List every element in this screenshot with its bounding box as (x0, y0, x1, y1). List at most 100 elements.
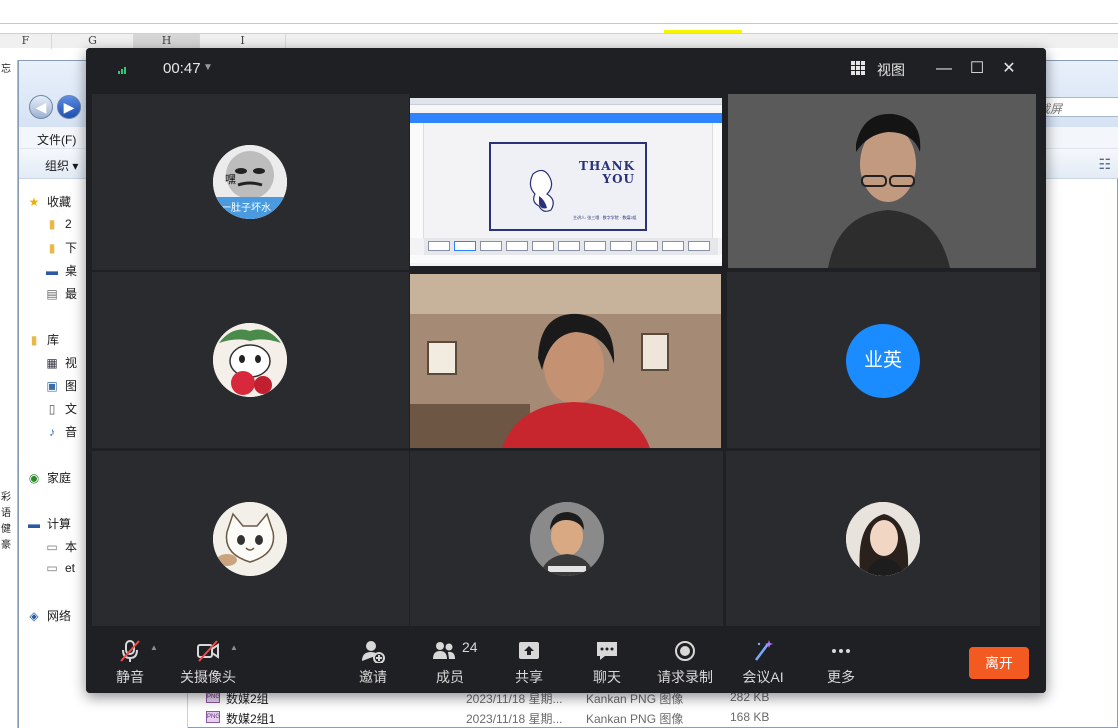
sidebar-item[interactable]: ▬ 桌 (45, 262, 77, 280)
sidebar-item[interactable]: ▣ 图 (45, 377, 77, 395)
chat-label: 聊天 (593, 669, 621, 685)
share-screen-icon (519, 642, 539, 659)
meeting-timer[interactable]: 00:47 (163, 60, 201, 77)
participant-tile[interactable]: 嘿 一肚子坏水 (92, 94, 409, 270)
participant-video-tile[interactable] (410, 274, 721, 448)
screen-share-tile[interactable]: THANK YOU 主讲人: 张三哦 · 数字学院 · 数媒2组 (410, 98, 722, 266)
organize-button[interactable]: 组织 ▾ (45, 157, 78, 174)
edge-text: 彩 (1, 492, 11, 503)
chat-icon (597, 642, 617, 660)
meeting-titlebar: 00:47 ▼ 视图 — ☐ ✕ (86, 48, 1046, 92)
back-arrow-icon[interactable]: ◀ (29, 95, 53, 119)
edge-text: 语 (1, 508, 11, 519)
request-recording-button[interactable]: 请求录制 (645, 637, 725, 687)
share-label: 共享 (515, 669, 543, 685)
mute-button[interactable]: ▲ 静音 (90, 637, 170, 687)
sidebar-item[interactable]: ▮ 2 (45, 217, 72, 235)
browser-address-bar (410, 105, 722, 111)
homegroup-icon: ◉ (28, 471, 40, 485)
png-file-icon: PNG (206, 711, 220, 723)
members-button[interactable]: 24 成员 (410, 637, 490, 687)
sidebar-item-label: 网络 (47, 609, 72, 623)
column-header[interactable]: I (200, 34, 286, 49)
sidebar-item-library[interactable]: ▮ 库 (27, 331, 59, 349)
column-header[interactable]: G (52, 34, 134, 49)
shared-screen: THANK YOU 主讲人: 张三哦 · 数字学院 · 数媒2组 (410, 98, 722, 266)
camera-button[interactable]: ▲ 关摄像头 (168, 637, 248, 687)
sidebar-item-label: 音 (65, 425, 78, 439)
grid-icon (851, 61, 865, 75)
sidebar-item[interactable]: ▭ 本 (45, 538, 77, 556)
maximize-icon[interactable]: ☐ (966, 58, 988, 80)
column-header[interactable]: H (134, 34, 200, 49)
meeting-toolbar: ▲ 静音 ▲ 关摄像头 邀请 24 成员 共享 聊天 请求录制 会议AI 更多 … (86, 627, 1046, 693)
chevron-up-icon[interactable]: ▲ (230, 643, 238, 652)
signal-strength-icon[interactable] (118, 66, 130, 74)
ai-label: 会议AI (742, 669, 784, 685)
members-icon (433, 642, 455, 659)
sidebar-item[interactable]: ▯ 文 (45, 400, 77, 418)
sidebar-item-favorites[interactable]: ★ 收藏 (27, 193, 71, 211)
presentation-toolbar (410, 113, 722, 123)
network-icon: ◈ (29, 609, 39, 623)
sidebar-item-label: 桌 (65, 264, 78, 278)
view-options-icon[interactable]: ☷ (1098, 156, 1111, 173)
sidebar-item-label: 2 (65, 217, 72, 231)
view-label: 视图 (877, 62, 905, 78)
file-row[interactable]: PNG 数媒2组1 2023/11/18 星期... Kankan PNG 图像… (188, 707, 1118, 727)
members-count: 24 (462, 639, 478, 655)
participant-tile[interactable] (726, 451, 1040, 626)
edge-text: 健 (1, 524, 11, 535)
more-icon (832, 649, 850, 653)
sidebar-item-computer[interactable]: ▬ 计算 (27, 515, 71, 533)
participant-tile[interactable]: 业英 (727, 272, 1040, 448)
camera-label: 关摄像头 (180, 669, 236, 685)
sidebar-item-label: 计算 (47, 517, 72, 531)
sidebar-item[interactable]: ▮ 下 (45, 239, 77, 257)
folder-download-icon: ▮ (48, 241, 56, 255)
chat-button[interactable]: 聊天 (567, 637, 647, 687)
column-header[interactable]: F (0, 34, 52, 49)
meeting-window: 00:47 ▼ 视图 — ☐ ✕ 嘿 一肚子坏水 THANK YOU 主讲人: … (86, 48, 1046, 693)
participant-tile[interactable] (92, 451, 409, 626)
record-icon (675, 641, 695, 661)
sidebar-item-label: 文 (65, 402, 78, 416)
music-icon: ♪ (49, 425, 55, 439)
participant-tile[interactable] (92, 272, 409, 448)
chevron-down-icon[interactable]: ▼ (203, 62, 213, 73)
computer-icon: ▬ (28, 517, 40, 531)
cartoon-cat-avatar (213, 502, 287, 576)
sidebar-item[interactable]: ▤ 最 (45, 285, 77, 303)
recent-icon: ▤ (46, 287, 58, 301)
minimize-icon[interactable]: — (933, 58, 955, 80)
sidebar-item[interactable]: ▦ 视 (45, 354, 77, 372)
presentation-slide: THANK YOU 主讲人: 张三哦 · 数字学院 · 数媒2组 (489, 142, 647, 231)
chevron-up-icon[interactable]: ▲ (150, 643, 158, 652)
spreadsheet-formula-bar (0, 0, 1118, 24)
sidebar-item[interactable]: ▭ et (45, 561, 75, 579)
participant-video-tile[interactable] (728, 94, 1036, 268)
svg-text:嘿: 嘿 (225, 173, 236, 186)
leave-button[interactable]: 离开 (969, 647, 1029, 679)
sidebar-item-label: 图 (65, 379, 78, 393)
woman-photo-avatar (846, 502, 920, 576)
forward-arrow-icon[interactable]: ▶ (57, 95, 81, 119)
sidebar-item-label: 下 (65, 241, 78, 255)
invite-button[interactable]: 邀请 (333, 637, 413, 687)
sidebar-item-homegroup[interactable]: ◉ 家庭 (27, 469, 71, 487)
sidebar-item-label: 本 (65, 540, 78, 554)
members-label: 成员 (436, 669, 464, 685)
menu-file[interactable]: 文件(F) (37, 131, 76, 148)
sidebar-item-label: 最 (65, 287, 78, 301)
participant-tile[interactable] (410, 451, 723, 626)
sidebar-item-network[interactable]: ◈ 网络 (27, 607, 71, 625)
avatar-caption: 一肚子坏水 (221, 203, 271, 214)
sidebar-item[interactable]: ♪ 音 (45, 423, 77, 441)
share-screen-button[interactable]: 共享 (489, 637, 569, 687)
meeting-ai-button[interactable]: 会议AI (723, 637, 803, 687)
desktop-icon: ▬ (46, 264, 58, 278)
edge-text: 豪 (1, 540, 11, 551)
close-icon[interactable]: ✕ (998, 58, 1020, 80)
more-button[interactable]: 更多 (801, 637, 881, 687)
woman-glasses-video (728, 94, 1036, 268)
